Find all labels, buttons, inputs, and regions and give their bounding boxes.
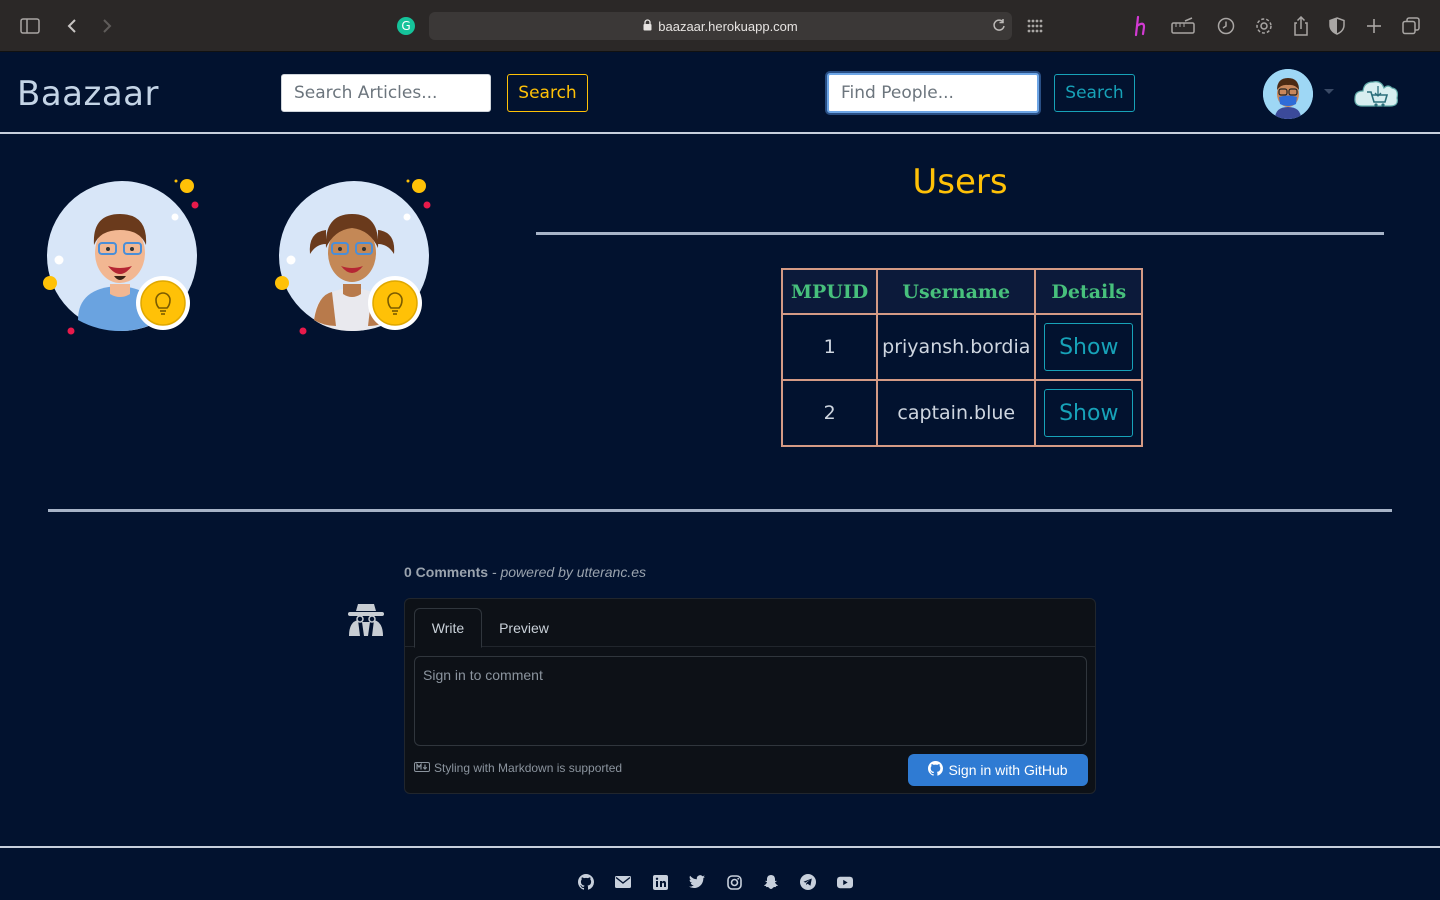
divider — [48, 509, 1392, 512]
table-row: 1 priyansh.bordia Show — [780, 313, 1144, 381]
github-icon[interactable] — [578, 874, 594, 890]
comments-header: 0 Comments - powered by utteranc.es — [404, 564, 646, 580]
browser-toolbar: G baazaar.herokuapp.com — [0, 0, 1440, 52]
shield-icon[interactable] — [1325, 14, 1349, 38]
mail-icon[interactable] — [615, 874, 631, 890]
honey-extension-icon[interactable] — [1130, 14, 1154, 38]
user-id-cell: 1 — [780, 313, 879, 381]
gear-icon[interactable] — [1252, 14, 1276, 38]
comments-count: 0 Comments — [404, 564, 489, 580]
username-cell: priyansh.bordia — [876, 313, 1037, 381]
tab-write[interactable]: Write — [414, 608, 482, 648]
divider — [536, 232, 1384, 235]
markdown-note: Styling with Markdown is supported — [414, 761, 622, 775]
anonymous-user-icon — [345, 602, 387, 638]
markdown-note-text: Styling with Markdown is supported — [434, 761, 623, 775]
snapchat-icon[interactable] — [763, 874, 779, 890]
details-cell: Show — [1034, 379, 1144, 447]
history-icon[interactable] — [1214, 14, 1238, 38]
chevron-down-icon[interactable] — [1324, 89, 1334, 94]
show-user-button[interactable]: Show — [1044, 323, 1134, 371]
article-search-input[interactable]: Search Articles... — [281, 74, 491, 112]
ruler-extension-icon[interactable] — [1171, 14, 1195, 38]
tab-overview-icon[interactable] — [1399, 14, 1423, 38]
male-user-illustration — [38, 170, 208, 340]
users-table: MPUID Username Details 1 priyansh.bordia… — [780, 268, 1144, 447]
sign-in-github-button[interactable]: Sign in with GitHub — [908, 754, 1088, 786]
svg-text:G: G — [401, 19, 410, 33]
markdown-icon — [414, 761, 430, 775]
lock-icon — [643, 18, 652, 34]
column-header-details: Details — [1034, 268, 1144, 315]
site-footer — [0, 846, 1440, 900]
site-navbar: Baazaar Search Articles... Search Find P… — [0, 52, 1440, 134]
share-icon[interactable] — [1289, 14, 1313, 38]
cart-cloud-logo[interactable] — [1352, 72, 1400, 114]
article-search-button[interactable]: Search — [507, 74, 588, 112]
back-icon[interactable] — [60, 14, 84, 38]
sign-in-github-label: Sign in with GitHub — [948, 762, 1068, 778]
username-cell: captain.blue — [876, 379, 1037, 447]
avatar[interactable] — [1263, 69, 1313, 119]
details-cell: Show — [1034, 313, 1144, 381]
forward-icon[interactable] — [95, 14, 119, 38]
column-header-username: Username — [876, 268, 1037, 315]
new-tab-icon[interactable] — [1362, 14, 1386, 38]
address-bar[interactable]: baazaar.herokuapp.com — [429, 12, 1012, 40]
users-heading: Users — [912, 162, 1008, 202]
reload-icon[interactable] — [992, 18, 1006, 35]
user-id-cell: 2 — [780, 379, 879, 447]
linkedin-icon[interactable] — [652, 874, 668, 890]
table-header-row: MPUID Username Details — [780, 268, 1144, 315]
twitter-icon[interactable] — [689, 874, 705, 890]
comment-tabs: Write Preview — [405, 599, 1095, 648]
sidebar-toggle-icon[interactable] — [18, 14, 42, 38]
apps-grid-icon[interactable] — [1023, 14, 1047, 38]
table-row: 2 captain.blue Show — [780, 379, 1144, 447]
comment-textarea[interactable]: Sign in to comment — [414, 656, 1087, 746]
site-brand[interactable]: Baazaar — [17, 74, 159, 114]
youtube-icon[interactable] — [837, 874, 853, 890]
powered-by-link[interactable]: - powered by utteranc.es — [488, 564, 646, 580]
instagram-icon[interactable] — [726, 874, 742, 890]
female-user-illustration — [270, 170, 440, 340]
people-search-button[interactable]: Search — [1054, 74, 1135, 112]
github-icon — [928, 761, 944, 779]
people-search-input[interactable]: Find People... — [827, 73, 1039, 113]
grammarly-icon[interactable]: G — [394, 14, 418, 38]
url-text: baazaar.herokuapp.com — [658, 18, 798, 34]
column-header-mpuid: MPUID — [780, 268, 879, 315]
tab-preview[interactable]: Preview — [491, 608, 557, 648]
telegram-icon[interactable] — [800, 874, 816, 890]
comment-box: Write Preview Sign in to comment Styling… — [404, 598, 1096, 794]
social-links — [578, 874, 853, 890]
show-user-button[interactable]: Show — [1044, 389, 1134, 437]
